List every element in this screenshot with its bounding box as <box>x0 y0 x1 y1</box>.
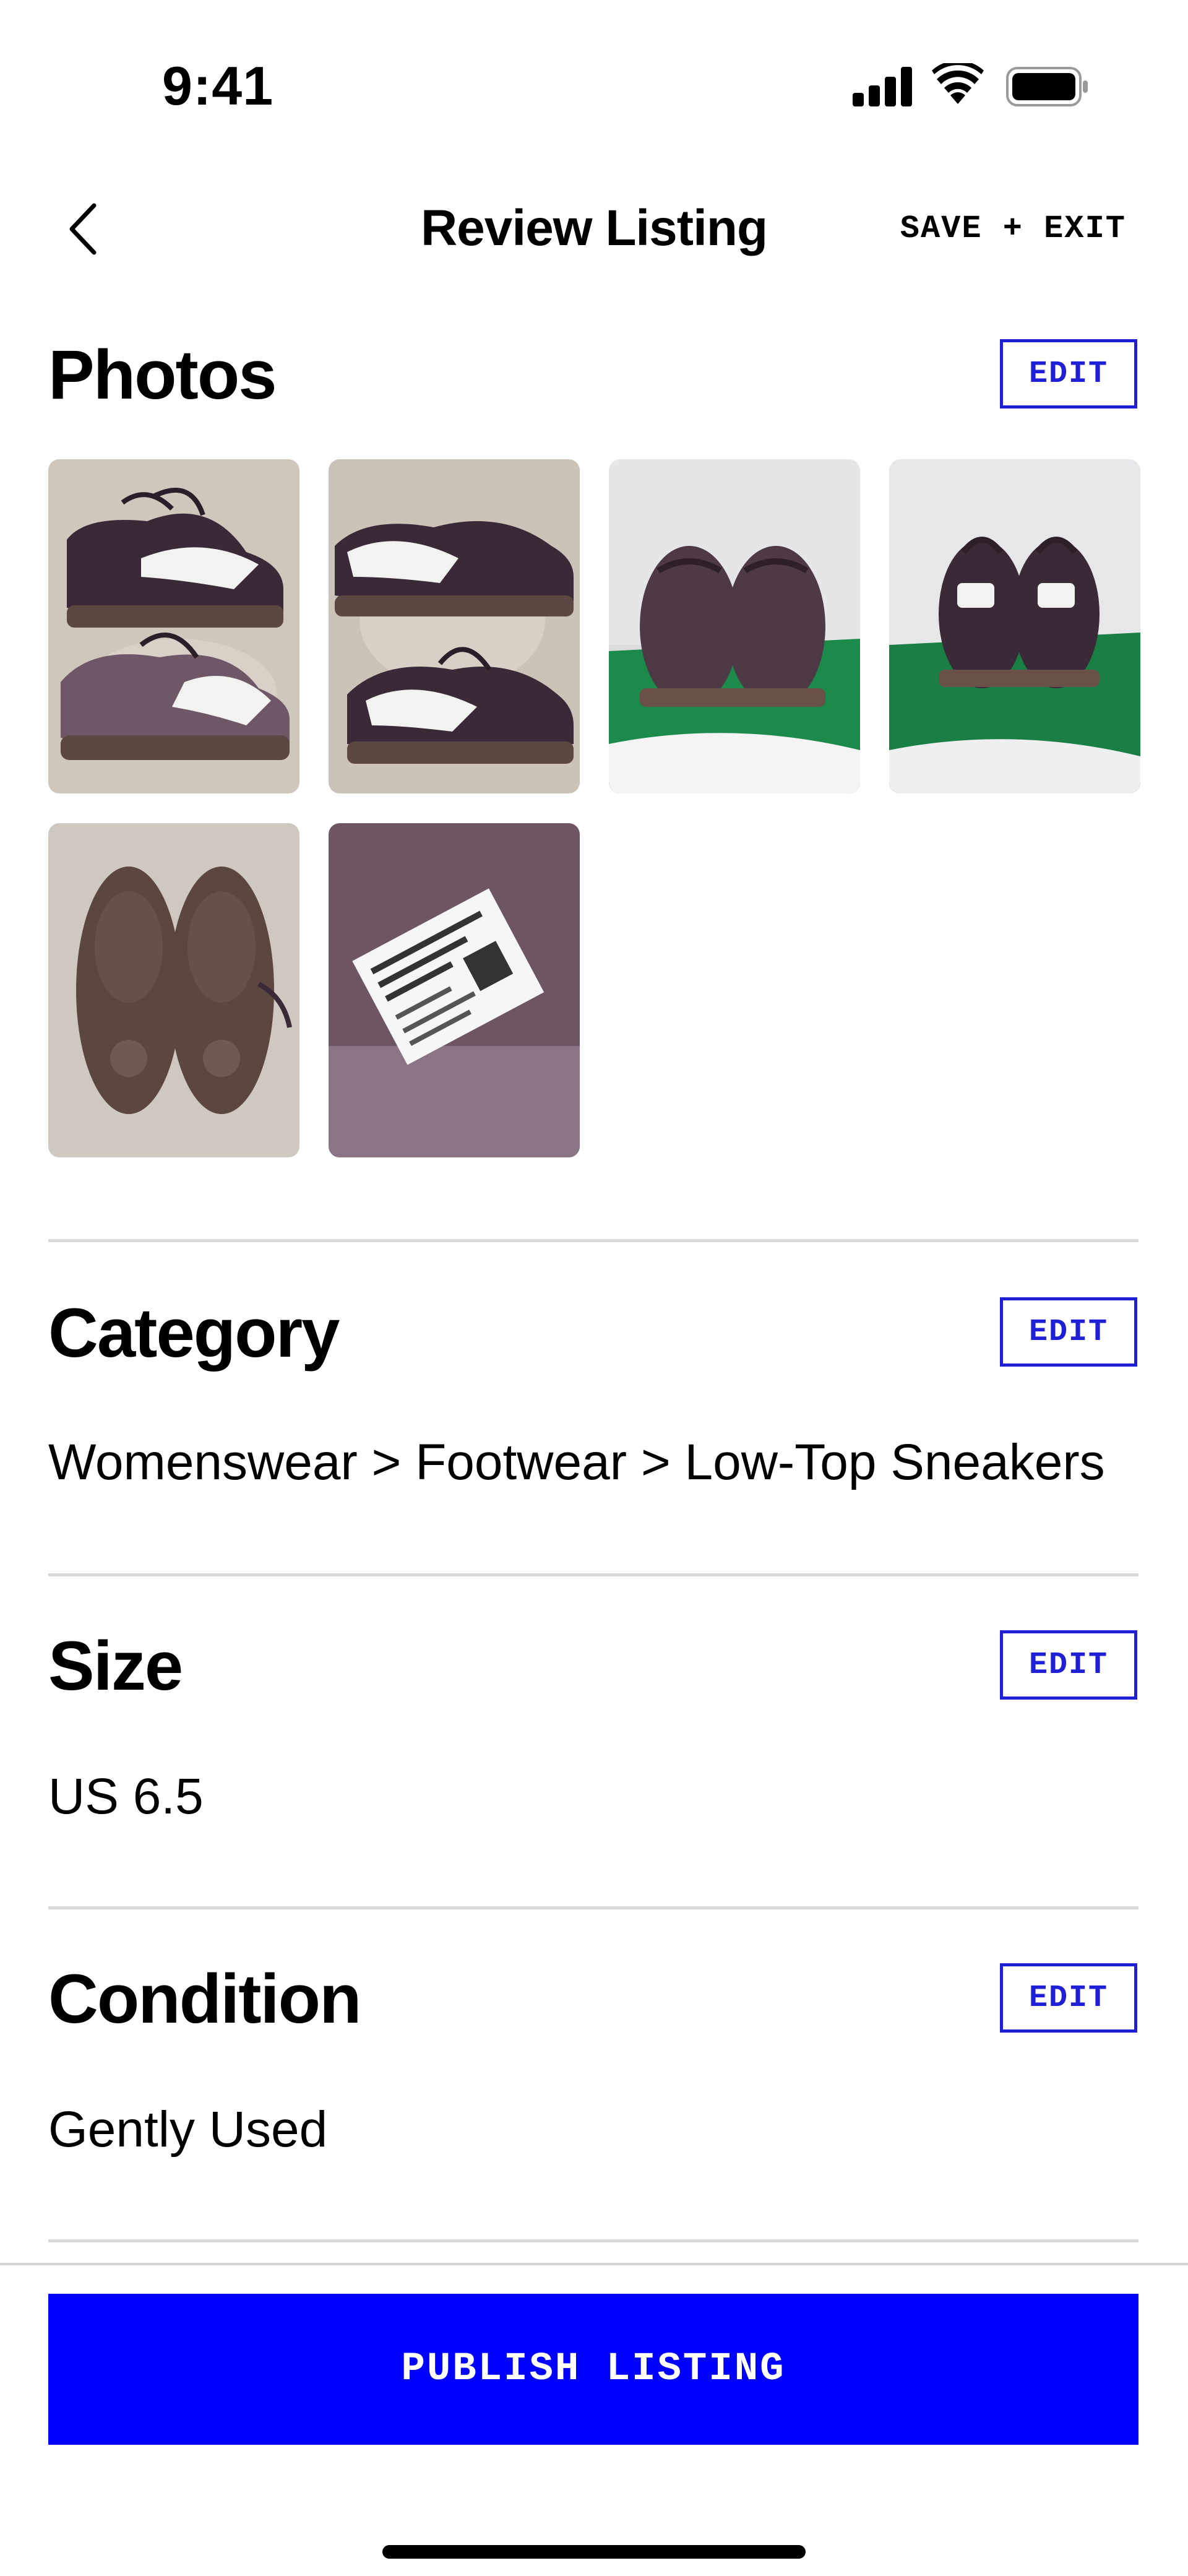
bottom-action-bar: PUBLISH LISTING <box>0 2263 1188 2576</box>
photos-section-title: Photos <box>48 336 277 413</box>
page-title: Review Listing <box>420 200 768 256</box>
nav-bar: Review Listing SAVE + EXIT <box>0 173 1188 285</box>
category-value: Womenswear > Footwear > Low-Top Sneakers <box>48 1434 1105 1490</box>
category-section-title: Category <box>48 1294 340 1372</box>
cellular-signal-icon <box>853 66 912 106</box>
wifi-icon <box>932 60 984 106</box>
condition-section-title: Condition <box>48 1960 361 2038</box>
status-time: 9:41 <box>162 55 274 116</box>
size-edit-button[interactable]: EDIT <box>1000 1630 1137 1700</box>
save-exit-button[interactable]: SAVE + EXIT <box>879 210 1126 247</box>
divider <box>48 1906 1138 1909</box>
photo-thumbnail-3[interactable] <box>609 459 860 793</box>
home-indicator <box>382 2545 806 2559</box>
condition-edit-button[interactable]: EDIT <box>1000 1963 1137 2033</box>
photo-thumbnail-2[interactable] <box>329 459 580 793</box>
chevron-left-icon <box>69 203 97 255</box>
photo-thumbnail-1[interactable] <box>48 459 299 793</box>
photo-thumbnail-4[interactable] <box>889 459 1140 793</box>
divider <box>48 2239 1138 2242</box>
battery-icon <box>1006 67 1089 106</box>
size-value: US 6.5 <box>48 1768 204 1825</box>
photos-edit-button[interactable]: EDIT <box>1000 339 1137 408</box>
divider <box>48 1239 1138 1242</box>
divider <box>48 1573 1138 1576</box>
category-edit-button[interactable]: EDIT <box>1000 1297 1137 1367</box>
back-button[interactable] <box>56 198 111 260</box>
photo-thumbnail-6[interactable] <box>329 823 580 1157</box>
status-bar: 9:41 <box>0 0 1188 173</box>
photo-thumbnail-5[interactable] <box>48 823 299 1157</box>
condition-value: Gently Used <box>48 2101 328 2158</box>
publish-listing-button[interactable]: PUBLISH LISTING <box>48 2294 1138 2445</box>
size-section-title: Size <box>48 1627 183 1705</box>
